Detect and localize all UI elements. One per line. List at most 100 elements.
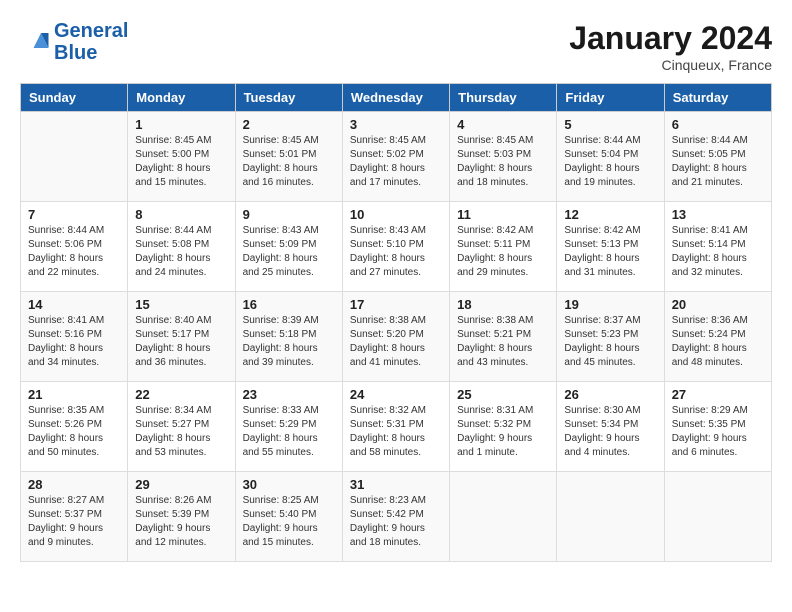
day-number: 6 bbox=[672, 117, 764, 132]
day-number: 8 bbox=[135, 207, 227, 222]
day-number: 17 bbox=[350, 297, 442, 312]
calendar-header-row: SundayMondayTuesdayWednesdayThursdayFrid… bbox=[21, 84, 772, 112]
day-number: 4 bbox=[457, 117, 549, 132]
day-number: 9 bbox=[243, 207, 335, 222]
calendar-cell: 3 Sunrise: 8:45 AMSunset: 5:02 PMDaylight… bbox=[342, 112, 449, 202]
calendar-cell: 31 Sunrise: 8:23 AMSunset: 5:42 PMDayligh… bbox=[342, 472, 449, 562]
calendar-cell: 27 Sunrise: 8:29 AMSunset: 5:35 PMDayligh… bbox=[664, 382, 771, 472]
day-detail: Sunrise: 8:30 AMSunset: 5:34 PMDaylight:… bbox=[564, 404, 656, 460]
day-number: 24 bbox=[350, 387, 442, 402]
calendar-week-row: 1Sunrise: 8:45 AMSunset: 5:00 PMDaylight… bbox=[21, 112, 772, 202]
calendar-cell: 10Sunrise: 8:43 AMSunset: 5:10 PMDayligh… bbox=[342, 202, 449, 292]
calendar-week-row: 7 Sunrise: 8:44 AMSunset: 5:06 PMDaylight… bbox=[21, 202, 772, 292]
calendar-cell: 29 Sunrise: 8:26 AMSunset: 5:39 PMDayligh… bbox=[128, 472, 235, 562]
calendar-cell: 8 Sunrise: 8:44 AMSunset: 5:08 PMDaylight… bbox=[128, 202, 235, 292]
logo-line1: General bbox=[54, 20, 128, 42]
logo-text: General Blue bbox=[54, 20, 128, 64]
day-detail: Sunrise: 8:32 AMSunset: 5:31 PMDaylight:… bbox=[350, 404, 442, 460]
calendar-cell: 16 Sunrise: 8:39 AMSunset: 5:18 PMDayligh… bbox=[235, 292, 342, 382]
day-number: 13 bbox=[672, 207, 764, 222]
calendar-week-row: 28 Sunrise: 8:27 AMSunset: 5:37 PMDayligh… bbox=[21, 472, 772, 562]
day-number: 1 bbox=[135, 117, 227, 132]
day-detail: Sunrise: 8:33 AMSunset: 5:29 PMDaylight:… bbox=[243, 404, 335, 460]
day-number: 31 bbox=[350, 477, 442, 492]
day-number: 26 bbox=[564, 387, 656, 402]
day-detail: Sunrise: 8:29 AMSunset: 5:35 PMDaylight:… bbox=[672, 404, 764, 460]
day-detail: Sunrise: 8:23 AMSunset: 5:42 PMDaylight:… bbox=[350, 494, 442, 550]
day-number: 10 bbox=[350, 207, 442, 222]
calendar-week-row: 21Sunrise: 8:35 AMSunset: 5:26 PMDayligh… bbox=[21, 382, 772, 472]
day-detail: Sunrise: 8:42 AMSunset: 5:11 PMDaylight:… bbox=[457, 224, 549, 280]
calendar-cell: 7 Sunrise: 8:44 AMSunset: 5:06 PMDaylight… bbox=[21, 202, 128, 292]
column-header-thursday: Thursday bbox=[450, 84, 557, 112]
day-detail: Sunrise: 8:34 AMSunset: 5:27 PMDaylight:… bbox=[135, 404, 227, 460]
day-number: 19 bbox=[564, 297, 656, 312]
day-detail: Sunrise: 8:39 AMSunset: 5:18 PMDaylight:… bbox=[243, 314, 335, 370]
logo: General Blue bbox=[20, 20, 128, 64]
calendar-cell bbox=[557, 472, 664, 562]
day-detail: Sunrise: 8:26 AMSunset: 5:39 PMDaylight:… bbox=[135, 494, 227, 550]
calendar-cell: 4 Sunrise: 8:45 AMSunset: 5:03 PMDaylight… bbox=[450, 112, 557, 202]
day-number: 7 bbox=[28, 207, 120, 222]
calendar-cell: 13 Sunrise: 8:41 AMSunset: 5:14 PMDayligh… bbox=[664, 202, 771, 292]
day-number: 14 bbox=[28, 297, 120, 312]
day-detail: Sunrise: 8:37 AMSunset: 5:23 PMDaylight:… bbox=[564, 314, 656, 370]
title-block: January 2024 Cinqueux, France bbox=[569, 20, 772, 73]
day-number: 25 bbox=[457, 387, 549, 402]
calendar-cell bbox=[21, 112, 128, 202]
day-detail: Sunrise: 8:42 AMSunset: 5:13 PMDaylight:… bbox=[564, 224, 656, 280]
day-number: 29 bbox=[135, 477, 227, 492]
column-header-wednesday: Wednesday bbox=[342, 84, 449, 112]
day-number: 21 bbox=[28, 387, 120, 402]
day-detail: Sunrise: 8:25 AMSunset: 5:40 PMDaylight:… bbox=[243, 494, 335, 550]
calendar-cell: 25 Sunrise: 8:31 AMSunset: 5:32 PMDayligh… bbox=[450, 382, 557, 472]
calendar-cell: 2Sunrise: 8:45 AMSunset: 5:01 PMDaylight… bbox=[235, 112, 342, 202]
day-number: 12 bbox=[564, 207, 656, 222]
calendar-table: SundayMondayTuesdayWednesdayThursdayFrid… bbox=[20, 83, 772, 562]
calendar-cell: 15 Sunrise: 8:40 AMSunset: 5:17 PMDayligh… bbox=[128, 292, 235, 382]
calendar-cell: 26 Sunrise: 8:30 AMSunset: 5:34 PMDayligh… bbox=[557, 382, 664, 472]
day-detail: Sunrise: 8:43 AMSunset: 5:09 PMDaylight:… bbox=[243, 224, 335, 280]
day-number: 28 bbox=[28, 477, 120, 492]
day-number: 18 bbox=[457, 297, 549, 312]
day-number: 15 bbox=[135, 297, 227, 312]
calendar-cell: 23 Sunrise: 8:33 AMSunset: 5:29 PMDayligh… bbox=[235, 382, 342, 472]
calendar-cell: 19 Sunrise: 8:37 AMSunset: 5:23 PMDayligh… bbox=[557, 292, 664, 382]
location-subtitle: Cinqueux, France bbox=[569, 57, 772, 73]
calendar-cell: 24 Sunrise: 8:32 AMSunset: 5:31 PMDayligh… bbox=[342, 382, 449, 472]
day-detail: Sunrise: 8:40 AMSunset: 5:17 PMDaylight:… bbox=[135, 314, 227, 370]
day-number: 5 bbox=[564, 117, 656, 132]
day-number: 30 bbox=[243, 477, 335, 492]
calendar-cell: 28 Sunrise: 8:27 AMSunset: 5:37 PMDayligh… bbox=[21, 472, 128, 562]
day-number: 23 bbox=[243, 387, 335, 402]
month-title: January 2024 bbox=[569, 20, 772, 57]
calendar-cell bbox=[664, 472, 771, 562]
logo-icon bbox=[20, 27, 50, 57]
page-header: General Blue January 2024 Cinqueux, Fran… bbox=[20, 20, 772, 73]
calendar-cell: 14 Sunrise: 8:41 AMSunset: 5:16 PMDayligh… bbox=[21, 292, 128, 382]
calendar-cell: 5 Sunrise: 8:44 AMSunset: 5:04 PMDaylight… bbox=[557, 112, 664, 202]
day-detail: Sunrise: 8:44 AMSunset: 5:04 PMDaylight:… bbox=[564, 134, 656, 190]
day-detail: Sunrise: 8:44 AMSunset: 5:08 PMDaylight:… bbox=[135, 224, 227, 280]
day-detail: Sunrise: 8:27 AMSunset: 5:37 PMDaylight:… bbox=[28, 494, 120, 550]
column-header-sunday: Sunday bbox=[21, 84, 128, 112]
day-number: 20 bbox=[672, 297, 764, 312]
day-detail: Sunrise: 8:45 AMSunset: 5:02 PMDaylight:… bbox=[350, 134, 442, 190]
day-number: 16 bbox=[243, 297, 335, 312]
day-number: 22 bbox=[135, 387, 227, 402]
day-detail: Sunrise: 8:38 AMSunset: 5:20 PMDaylight:… bbox=[350, 314, 442, 370]
calendar-cell: 1Sunrise: 8:45 AMSunset: 5:00 PMDaylight… bbox=[128, 112, 235, 202]
day-detail: Sunrise: 8:45 AMSunset: 5:01 PMDaylight:… bbox=[243, 134, 335, 190]
column-header-friday: Friday bbox=[557, 84, 664, 112]
day-detail: Sunrise: 8:41 AMSunset: 5:16 PMDaylight:… bbox=[28, 314, 120, 370]
day-detail: Sunrise: 8:45 AMSunset: 5:03 PMDaylight:… bbox=[457, 134, 549, 190]
day-detail: Sunrise: 8:31 AMSunset: 5:32 PMDaylight:… bbox=[457, 404, 549, 460]
day-number: 27 bbox=[672, 387, 764, 402]
day-detail: Sunrise: 8:41 AMSunset: 5:14 PMDaylight:… bbox=[672, 224, 764, 280]
day-detail: Sunrise: 8:44 AMSunset: 5:06 PMDaylight:… bbox=[28, 224, 120, 280]
day-detail: Sunrise: 8:44 AMSunset: 5:05 PMDaylight:… bbox=[672, 134, 764, 190]
column-header-saturday: Saturday bbox=[664, 84, 771, 112]
calendar-week-row: 14 Sunrise: 8:41 AMSunset: 5:16 PMDayligh… bbox=[21, 292, 772, 382]
day-number: 3 bbox=[350, 117, 442, 132]
calendar-cell: 12 Sunrise: 8:42 AMSunset: 5:13 PMDayligh… bbox=[557, 202, 664, 292]
